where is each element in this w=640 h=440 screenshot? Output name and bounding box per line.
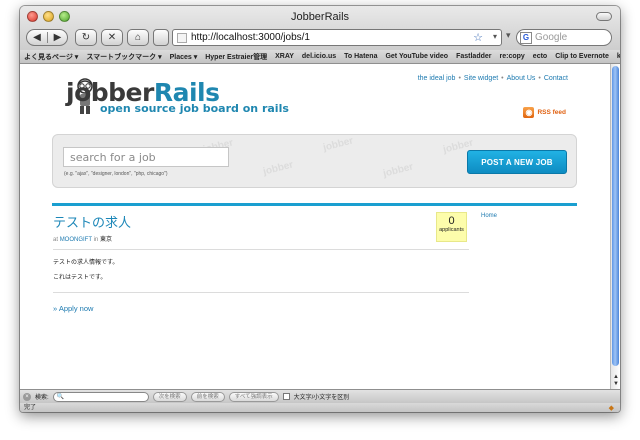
divider: [53, 292, 469, 293]
back-forward-group: ◀ ▶: [26, 29, 68, 46]
forward-icon[interactable]: ▶: [46, 32, 67, 43]
reload-icon[interactable]: ↻: [75, 29, 97, 46]
close-find-bar-icon[interactable]: ×: [23, 392, 31, 401]
top-nav-link[interactable]: About Us: [507, 75, 536, 82]
rss-label: RSS feed: [537, 109, 566, 116]
url-dropdown-icon[interactable]: ▾: [493, 32, 497, 41]
back-icon[interactable]: ◀: [27, 32, 47, 43]
divider: [53, 249, 469, 250]
page-icon[interactable]: [153, 29, 169, 46]
bookmark-item[interactable]: kwout: [617, 53, 620, 60]
search-hint: (e.g. "ajax", "designer, london", "php, …: [64, 171, 168, 177]
status-text: 完了: [24, 405, 37, 411]
find-next-button[interactable]: 次を検索: [152, 391, 187, 402]
home-icon[interactable]: ⌂: [127, 29, 149, 46]
job-description-line: テストの求人情報です。: [53, 260, 119, 266]
match-case-label: 大文字/小文字を区別: [293, 395, 350, 401]
link-separator: •: [501, 75, 504, 82]
bookmark-item[interactable]: よく見るページ ▾: [24, 52, 78, 62]
bookmark-item[interactable]: Fastladder: [456, 53, 491, 60]
site-header: jobberRails open source job board on rai…: [20, 64, 610, 136]
rss-feed-link[interactable]: ◉ RSS feed: [523, 107, 566, 118]
bookmark-star-icon[interactable]: ☆: [473, 31, 483, 44]
applicants-label: applicants: [439, 227, 464, 233]
status-bar: 完了 ◆: [20, 403, 620, 412]
bookmark-item[interactable]: XRAY: [275, 53, 294, 60]
job-title: テストの求人: [53, 216, 132, 231]
job-description-line: これはテストです。: [53, 275, 107, 281]
watermark-text: jobber: [322, 135, 355, 154]
bookmark-item[interactable]: To Hatena: [344, 53, 377, 60]
highlight-all-button[interactable]: すべて強調表示: [228, 391, 279, 402]
window-title: JobberRails: [290, 11, 350, 23]
location-text: 東京: [99, 237, 112, 243]
google-icon[interactable]: G: [520, 31, 532, 44]
rss-icon: ◉: [523, 107, 535, 118]
bookmark-item[interactable]: Clip to Evernote: [555, 53, 609, 60]
add-search-engine-icon[interactable]: ▾: [506, 30, 511, 41]
site-tagline: open source job board on rails: [100, 102, 289, 115]
apply-now-link[interactable]: » Apply now: [53, 304, 93, 313]
at-label: at: [53, 237, 59, 243]
company-link[interactable]: MOONGIFT: [60, 237, 92, 243]
top-nav-links: the ideal job • Site widget • About Us • Conta…: [418, 75, 568, 82]
firefox-status-icon: ◆: [608, 405, 614, 412]
watermark-text: jobber: [382, 161, 415, 180]
post-new-job-button[interactable]: POST A NEW JOB: [467, 150, 567, 174]
top-nav-link[interactable]: Site widget: [464, 75, 498, 82]
browser-window: JobberRails ◀ ▶ ↻ ✕ ⌂ http://localhost:3…: [20, 6, 620, 412]
bookmark-item[interactable]: スマートブックマーク ▾: [86, 52, 161, 62]
address-url: http://localhost:3000/jobs/1: [191, 32, 310, 43]
job-search-input[interactable]: search for a job: [63, 147, 229, 167]
link-separator: •: [458, 75, 461, 82]
job-meta: at MOONGIFT in 東京: [53, 234, 112, 243]
web-search-input[interactable]: G Google: [516, 29, 612, 46]
find-bar: × 検索: 🔍 次を検索 前を検索 すべて強調表示 大文字/小文字を区別: [20, 389, 620, 403]
address-bar[interactable]: http://localhost:3000/jobs/1 ☆ ▾: [172, 29, 502, 46]
content-divider: [52, 203, 577, 206]
find-input[interactable]: 🔍: [52, 391, 149, 402]
top-nav-link[interactable]: the ideal job: [418, 75, 456, 82]
vertical-scrollbar[interactable]: ▲ ▼: [610, 64, 620, 389]
scroll-arrows-icon[interactable]: ▲ ▼: [612, 374, 620, 388]
web-search-placeholder: Google: [535, 32, 568, 43]
navigation-toolbar: ◀ ▶ ↻ ✕ ⌂ http://localhost:3000/jobs/1 ☆…: [20, 27, 620, 51]
page-viewport: jobberRails open source job board on rai…: [20, 64, 610, 389]
link-separator: •: [538, 75, 541, 82]
toolbar-toggle-button[interactable]: [596, 12, 612, 21]
favicon-icon: [177, 32, 187, 43]
bookmark-item[interactable]: Places ▾: [170, 53, 198, 61]
scrollbar-thumb[interactable]: [612, 66, 619, 366]
match-case-checkbox[interactable]: [282, 393, 290, 400]
applicants-count: 0: [448, 215, 455, 227]
bookmark-item[interactable]: Hyper Estraier管理: [205, 52, 267, 62]
job-search-panel: jobber jobber jobber jobber jobber searc…: [52, 134, 577, 188]
find-previous-button[interactable]: 前を検索: [190, 391, 225, 402]
sidebar-home-link[interactable]: Home: [481, 213, 497, 219]
in-label: in: [93, 237, 99, 243]
bookmark-item[interactable]: ecto: [533, 53, 547, 60]
bookmark-item[interactable]: del.icio.us: [302, 53, 336, 60]
top-nav-link[interactable]: Contact: [544, 75, 568, 82]
bookmark-item[interactable]: re:copy: [500, 53, 525, 60]
bookmark-item[interactable]: Get YouTube video: [385, 53, 448, 60]
bookmarks-bar: よく見るページ ▾ スマートブックマーク ▾ Places ▾ Hyper Estra…: [20, 50, 620, 64]
stop-icon[interactable]: ✕: [101, 29, 123, 46]
applicants-badge: 0 applicants: [436, 212, 467, 242]
find-label: 検索:: [35, 395, 49, 401]
watermark-text: jobber: [262, 159, 295, 178]
